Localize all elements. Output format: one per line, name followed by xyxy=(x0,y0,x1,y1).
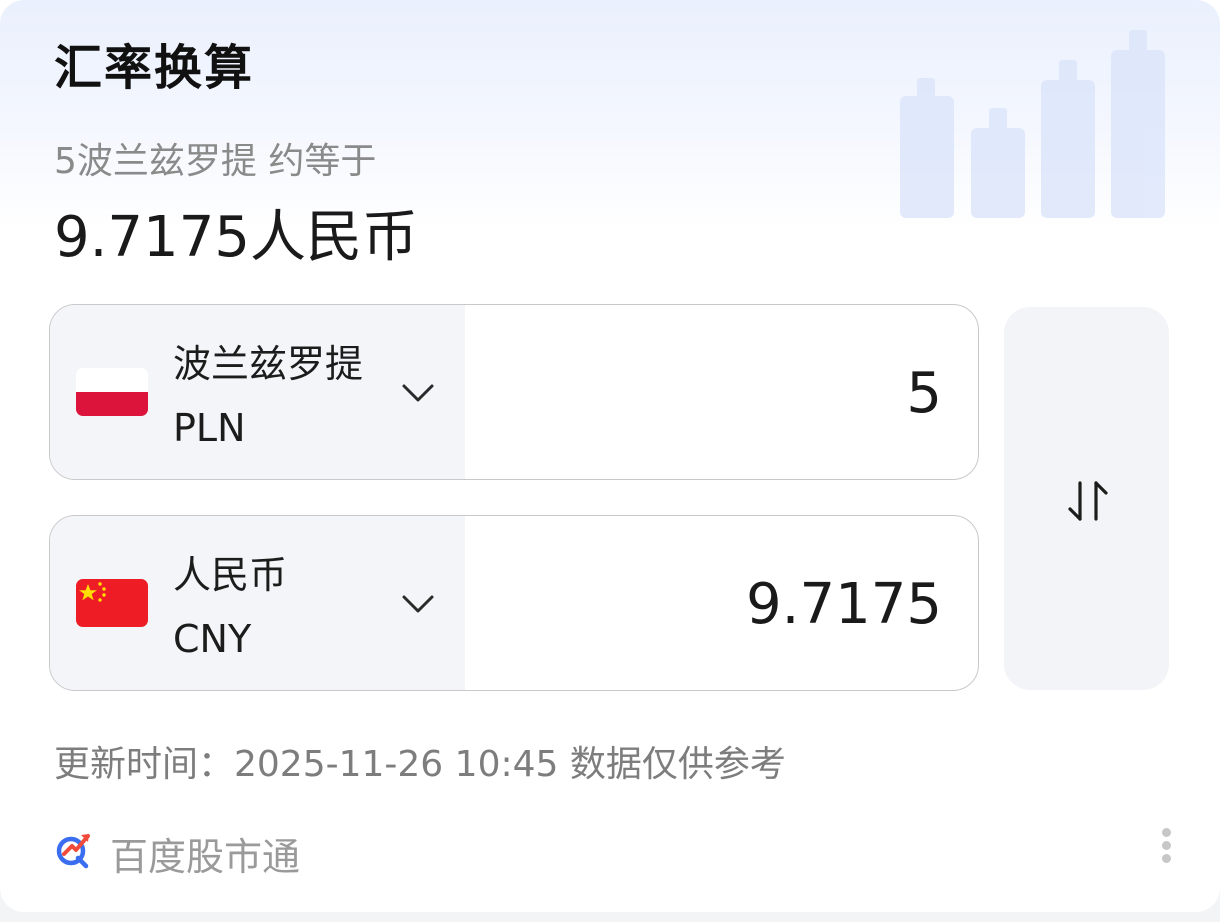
update-time-note: 更新时间：2025-11-26 10:45 数据仅供参考 xyxy=(54,744,786,785)
decorative-bars-icon xyxy=(885,28,1165,218)
to-currency-code: CNY xyxy=(173,617,252,661)
conversion-subtitle: 5波兰兹罗提 约等于 xyxy=(54,141,377,182)
chevron-down-icon xyxy=(402,384,434,402)
poland-flag-icon xyxy=(76,368,148,416)
from-currency-row: 波兰兹罗提 PLN 5 xyxy=(49,304,979,480)
swap-arrows-icon xyxy=(1068,481,1108,521)
to-currency-row: 人民币 CNY 9.7175 xyxy=(49,515,979,691)
from-amount-input[interactable]: 5 xyxy=(906,361,942,426)
card-title: 汇率换算 xyxy=(54,40,255,96)
more-vertical-icon[interactable] xyxy=(1152,826,1180,866)
from-currency-name: 波兰兹罗提 xyxy=(173,342,364,386)
conversion-result: 9.7175人民币 xyxy=(54,205,418,270)
to-amount-input[interactable]: 9.7175 xyxy=(746,572,942,637)
chevron-down-icon xyxy=(402,595,434,613)
exchange-rate-card: 汇率换算 5波兰兹罗提 约等于 9.7175人民币 波兰兹罗提 PLN 5 人民… xyxy=(0,0,1220,912)
baidu-stock-logo-icon xyxy=(56,834,90,869)
to-currency-select[interactable]: 人民币 CNY xyxy=(50,516,465,690)
brand-name: 百度股市通 xyxy=(110,835,301,879)
to-currency-name: 人民币 xyxy=(173,553,288,597)
from-currency-select[interactable]: 波兰兹罗提 PLN xyxy=(50,305,465,479)
from-currency-code: PLN xyxy=(173,406,246,450)
china-flag-icon xyxy=(76,579,148,627)
swap-currencies-button[interactable] xyxy=(1004,307,1169,690)
